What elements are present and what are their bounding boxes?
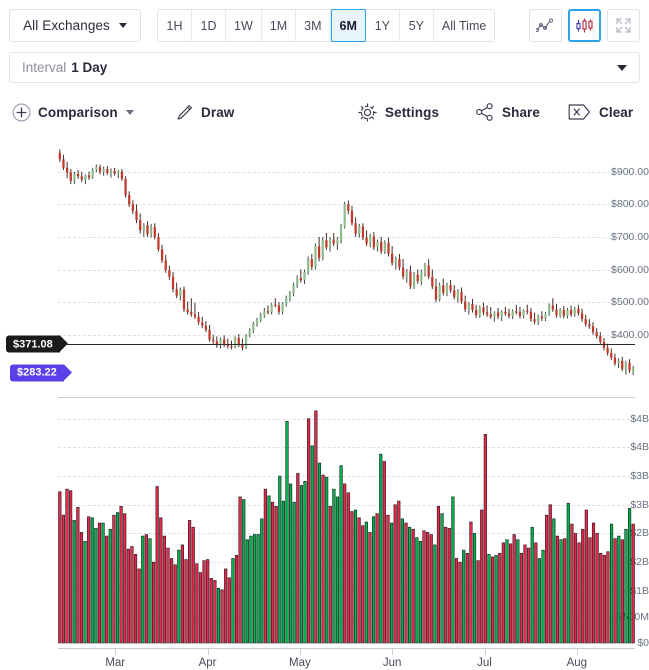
line-chart-icon [536, 18, 554, 33]
clear-button[interactable]: Clear [568, 92, 633, 132]
timeframe-button-3m[interactable]: 3M [296, 10, 331, 41]
volume-series [58, 410, 635, 644]
gear-icon [357, 102, 378, 123]
candlestick-chart-icon-button[interactable] [568, 9, 601, 42]
candlestick-chart-icon [575, 18, 593, 33]
x-axis-tick-label: Mar [105, 657, 126, 669]
clear-tag-x-icon [568, 103, 592, 121]
draw-label: Draw [201, 104, 235, 120]
timeframe-button-5y[interactable]: 5Y [399, 10, 434, 41]
x-axis-tick-label: Apr [198, 657, 217, 669]
fullscreen-expand-icon [616, 18, 631, 33]
timeframe-button-1h[interactable]: 1H [158, 10, 192, 41]
chevron-down-icon [125, 109, 134, 115]
draw-button[interactable]: Draw [175, 92, 234, 132]
timeframe-button-group: 1H 1D 1W 1M 3M 6M 1Y 5Y All Time [157, 9, 496, 42]
x-axis-tick [484, 648, 486, 655]
x-axis: Mar Apr May Jun Jul Aug [0, 648, 649, 670]
x-axis-baseline [58, 648, 635, 649]
current-price-line [58, 344, 635, 346]
chevron-down-icon [617, 64, 627, 71]
secondary-price-badge: $283.22 [10, 364, 72, 382]
x-axis-tick-label: Jun [382, 657, 402, 669]
clear-label: Clear [599, 104, 634, 120]
x-axis-tick [392, 648, 394, 655]
timeframe-button-all-time[interactable]: All Time [433, 10, 495, 41]
plus-circle-icon [12, 103, 31, 122]
x-axis-tick [299, 648, 301, 655]
interval-dropdown-label: Interval [22, 60, 67, 75]
x-axis-tick [207, 648, 209, 655]
settings-button[interactable]: Settings [357, 92, 439, 132]
current-price-badge: $371.08 [6, 335, 68, 353]
timeframe-button-1m[interactable]: 1M [261, 10, 297, 41]
price-chart-panel[interactable]: $900.00 $800.00 $700.00 $600.00 $500.00 $400.… [0, 136, 649, 398]
volume-chart-panel[interactable]: $4B$4B$3B$3B$2B$2B$1B$500M$0 [0, 391, 649, 656]
x-axis-tick [576, 648, 578, 655]
comparison-label: Comparison [38, 104, 118, 120]
interval-dropdown[interactable]: Interval 1 Day [9, 52, 640, 83]
interval-dropdown-value: 1 Day [71, 60, 108, 75]
timeframe-button-1d[interactable]: 1D [192, 10, 226, 41]
fullscreen-expand-icon-button[interactable] [607, 9, 640, 42]
chart-app: All Exchanges 1H 1D 1W 1M 3M 6M 1Y 5Y All Time [0, 0, 649, 670]
share-nodes-icon [475, 102, 495, 122]
timeframe-button-1w[interactable]: 1W [226, 10, 262, 41]
x-axis-tick-label: Aug [566, 657, 588, 669]
exchange-dropdown[interactable]: All Exchanges [9, 9, 141, 42]
chart-container[interactable]: $900.00 $800.00 $700.00 $600.00 $500.00 $400.… [0, 136, 649, 670]
chart-view-button-group [529, 9, 640, 42]
chevron-down-icon [118, 23, 127, 28]
candlestick-series [58, 149, 635, 376]
x-axis-tick [115, 648, 117, 655]
exchange-dropdown-label: All Exchanges [23, 18, 110, 33]
x-axis-tick-label: May [289, 657, 311, 669]
share-button[interactable]: Share [475, 92, 540, 132]
comparison-button[interactable]: Comparison [12, 92, 134, 132]
timeframe-button-1y[interactable]: 1Y [365, 10, 400, 41]
settings-label: Settings [385, 104, 440, 120]
pencil-icon [175, 103, 194, 122]
primary-toolbar: All Exchanges 1H 1D 1W 1M 3M 6M 1Y 5Y All Time [0, 0, 649, 52]
x-axis-tick-label: Jul [477, 657, 492, 669]
line-chart-icon-button[interactable] [529, 9, 562, 42]
action-toolbar: Comparison Draw Settings Share Clear [0, 92, 649, 132]
share-label: Share [502, 104, 541, 120]
timeframe-button-6m[interactable]: 6M [330, 9, 366, 42]
